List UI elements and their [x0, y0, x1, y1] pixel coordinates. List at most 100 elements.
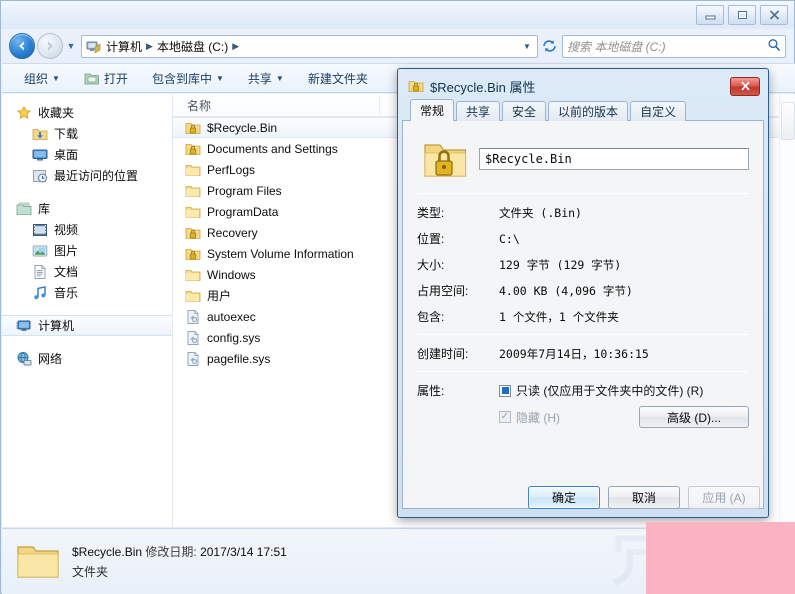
cancel-button[interactable]: 取消: [608, 486, 680, 509]
navigation-pane[interactable]: 收藏夹 下载 桌面 最近访问的位置 库 视频 图片 文档 音乐 计算机 网络: [2, 94, 172, 527]
back-button[interactable]: [9, 33, 35, 59]
sidebar-item-downloads[interactable]: 下载: [2, 123, 172, 144]
column-separator[interactable]: [379, 96, 380, 115]
property-created: 创建时间: 2009年7月14日，10:36:15: [417, 345, 749, 362]
navpane-gap-1: [2, 186, 172, 198]
advanced-button[interactable]: 高级 (D)...: [639, 406, 749, 428]
property-contains: 包含: 1 个文件，1 个文件夹: [417, 308, 749, 325]
system-file-icon: [187, 330, 199, 345]
breadcrumb-separator-1[interactable]: ▶: [144, 41, 155, 52]
pink-overlay-box: [646, 522, 795, 594]
tab-general[interactable]: 常规: [410, 99, 455, 121]
chevron-down-icon: ▼: [275, 73, 284, 83]
desktop-icon: [32, 149, 48, 161]
sidebar-label: 视频: [54, 223, 79, 237]
breadcrumb-local-disk[interactable]: 本地磁盘 (C:): [155, 38, 230, 55]
cmd-include-in-library[interactable]: 包含到库中 ▼: [140, 66, 236, 91]
file-name: Program Files: [207, 183, 282, 198]
details-modified-value: 2017/3/14 17:51: [200, 545, 287, 559]
history-dropdown-icon[interactable]: ▼: [63, 34, 79, 58]
dialog-close-button[interactable]: [730, 76, 760, 96]
system-file-icon: [187, 309, 199, 324]
tab-security[interactable]: 安全: [502, 101, 547, 121]
videos-icon: [33, 223, 47, 236]
tab-sharing[interactable]: 共享: [456, 101, 501, 121]
sidebar-label: 桌面: [54, 148, 79, 162]
sidebar-item-music[interactable]: 音乐: [2, 282, 172, 303]
breadcrumb-separator-2[interactable]: ▶: [230, 41, 241, 52]
search-icon[interactable]: [767, 38, 781, 55]
file-name: ProgramData: [207, 204, 279, 219]
maximize-button[interactable]: [728, 5, 756, 25]
advanced-button-label: 高级 (D)...: [667, 410, 721, 425]
address-dropdown-icon[interactable]: ▼: [519, 42, 535, 51]
address-bar[interactable]: 计算机 ▶ 本地磁盘 (C:) ▶ ▼: [81, 34, 538, 58]
cmd-new-folder-label: 新建文件夹: [307, 71, 368, 86]
readonly-checkbox[interactable]: [499, 384, 511, 397]
sidebar-item-videos[interactable]: 视频: [2, 219, 172, 240]
tab-previous-versions[interactable]: 以前的版本: [548, 101, 629, 121]
divider-3: [417, 371, 749, 372]
ok-label: 确定: [551, 491, 576, 505]
locked-folder-icon: [185, 122, 201, 134]
refresh-icon[interactable]: [538, 35, 560, 58]
tab-label: 常规: [420, 104, 445, 118]
readonly-label: 只读 (仅应用于文件夹中的文件) (R): [516, 384, 704, 398]
sidebar-label: 库: [38, 202, 51, 216]
scrollbar-thumb[interactable]: [781, 102, 795, 140]
cmd-share[interactable]: 共享 ▼: [236, 66, 296, 91]
sidebar-item-pictures[interactable]: 图片: [2, 240, 172, 261]
attributes-column: 只读 (仅应用于文件夹中的文件) (R) ✓ 隐藏 (H) 高级 (D)...: [499, 382, 749, 428]
check-mark-icon: ✓: [500, 411, 510, 422]
tab-customize[interactable]: 自定义: [630, 101, 687, 121]
property-value: 1 个文件，1 个文件夹: [499, 310, 619, 324]
readonly-checkbox-row[interactable]: 只读 (仅应用于文件夹中的文件) (R): [499, 382, 749, 399]
property-key: 位置:: [417, 232, 445, 246]
property-value: 4.00 KB (4,096 字节): [499, 284, 633, 298]
column-header-name[interactable]: 名称: [173, 97, 211, 114]
cmd-open[interactable]: 打开: [72, 66, 140, 91]
chevron-down-icon: ▼: [52, 73, 60, 83]
file-name: config.sys: [207, 330, 261, 345]
download-folder-icon: [32, 128, 48, 140]
cmd-organize[interactable]: 组织 ▼: [12, 66, 72, 91]
sidebar-item-libraries[interactable]: 库: [2, 198, 172, 219]
cmd-new-folder[interactable]: 新建文件夹: [296, 66, 380, 91]
folder-name-input[interactable]: $Recycle.Bin: [479, 148, 749, 170]
folder-name-value: $Recycle.Bin: [485, 152, 572, 166]
navpane-gap-3: [2, 336, 172, 348]
file-name: Windows: [207, 267, 256, 282]
dialog-titlebar[interactable]: $Recycle.Bin 属性: [402, 73, 764, 99]
hidden-label: 隐藏 (H): [516, 410, 560, 425]
details-modified-label: 修改日期:: [145, 545, 197, 559]
sidebar-label: 计算机: [38, 319, 75, 333]
sidebar-label: 网络: [38, 352, 63, 366]
file-name: PerfLogs: [207, 162, 256, 177]
documents-icon: [34, 264, 46, 279]
sidebar-item-computer[interactable]: 计算机: [2, 315, 172, 336]
property-size-on-disk: 占用空间: 4.00 KB (4,096 字节): [417, 282, 749, 299]
forward-button[interactable]: [37, 33, 63, 59]
dialog-name-row: $Recycle.Bin: [417, 135, 749, 183]
cmd-share-label: 共享: [247, 71, 272, 86]
sidebar-item-documents[interactable]: 文档: [2, 261, 172, 282]
divider-1: [417, 193, 749, 194]
computer-icon: [16, 320, 31, 331]
minimize-button[interactable]: [696, 5, 724, 25]
search-box[interactable]: 搜索 本地磁盘 (C:): [562, 34, 786, 58]
sidebar-item-recent-places[interactable]: 最近访问的位置: [2, 165, 172, 186]
search-input[interactable]: 搜索 本地磁盘 (C:): [567, 38, 767, 55]
property-key: 大小:: [417, 258, 445, 272]
system-file-icon: [187, 351, 199, 366]
breadcrumb-computer[interactable]: 计算机: [104, 38, 144, 55]
sidebar-item-network[interactable]: 网络: [2, 348, 172, 369]
hidden-and-advanced-row: ✓ 隐藏 (H) 高级 (D)...: [499, 406, 749, 428]
close-button[interactable]: [760, 5, 788, 25]
vertical-scrollbar[interactable]: [779, 94, 795, 527]
star-icon: [17, 105, 31, 119]
file-name: pagefile.sys: [207, 351, 271, 366]
apply-label: 应用 (A): [702, 491, 746, 505]
ok-button[interactable]: 确定: [528, 486, 600, 509]
sidebar-item-desktop[interactable]: 桌面: [2, 144, 172, 165]
sidebar-item-favorites[interactable]: 收藏夹: [2, 102, 172, 123]
